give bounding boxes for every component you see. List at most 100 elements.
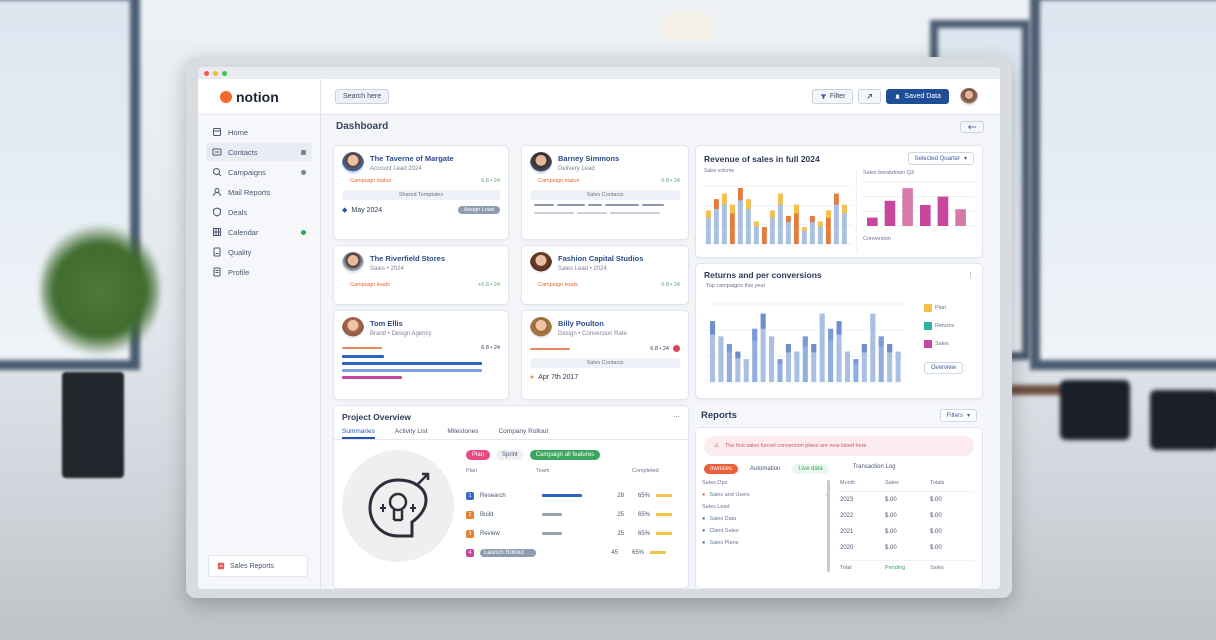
table-footer-cell: Total — [840, 564, 852, 571]
row-value: 45 — [611, 549, 618, 556]
table-row[interactable]: 1 Research 28 65% — [466, 486, 682, 505]
chip-plan[interactable]: Plan — [466, 450, 491, 460]
tab-activity-list[interactable]: Activity List — [395, 426, 428, 439]
chart-bar-segment — [826, 210, 831, 218]
chip-campaign[interactable]: Campaign all features — [529, 450, 601, 460]
legend-label: Sales — [935, 341, 949, 347]
table-cell: $.00 — [885, 497, 897, 503]
assign-lead-button[interactable]: Assign Lead — [457, 206, 500, 214]
more-options-icon[interactable]: ⋯ — [673, 413, 680, 421]
filter-button[interactable]: Filter — [811, 89, 854, 104]
table-row[interactable]: 2022 $.00 $.00 — [840, 508, 974, 524]
legend-swatch — [924, 322, 932, 330]
contact-meta: Sales Contacts — [530, 358, 680, 368]
sidebar-item-mail-reports[interactable]: Mail Reports — [206, 183, 312, 201]
project-panel: Project Overview ⋯ Summaries Activity Li… — [333, 405, 689, 589]
chart-bar — [902, 188, 913, 226]
maximize-window-button[interactable] — [222, 70, 227, 76]
sidebar-item-campaigns[interactable]: Campaigns — [206, 163, 312, 181]
table-cell: 2021 — [840, 529, 854, 535]
sidebar-item-home[interactable]: Home — [206, 123, 312, 141]
contact-card[interactable]: The Taverne of Margate Account Lead 2024 … — [333, 145, 509, 240]
share-icon — [867, 93, 873, 99]
legend-item: Returns — [924, 322, 978, 330]
contact-card[interactable]: Fashion Capital Studios Sales Lead • 2024… — [521, 245, 689, 305]
saved-data-button[interactable]: Saved Data — [886, 89, 949, 104]
tab-milestones[interactable]: Milestones — [447, 426, 478, 439]
bell-icon — [895, 94, 901, 99]
contact-date: Apr 7th 2017 — [538, 374, 579, 381]
chart-bar-segment — [746, 199, 751, 210]
alert-dot-icon — [673, 345, 680, 352]
filters-dropdown[interactable]: Filters ▾ — [939, 409, 977, 422]
app-logo[interactable]: notion — [198, 79, 321, 114]
filter-label: Filter — [829, 93, 846, 100]
sidebar-item-contacts[interactable]: Contacts — [206, 143, 312, 161]
table-row[interactable]: 2021 $.00 $.00 — [840, 524, 974, 540]
search-label: Search here — [343, 93, 382, 100]
scrollbar[interactable] — [827, 480, 830, 572]
report-row[interactable]: Sales Plans — [709, 540, 738, 552]
chart-bar-segment — [785, 344, 791, 353]
sidebar-item-calendar[interactable]: Calendar — [206, 223, 312, 241]
chip-live-data[interactable]: Live data — [792, 464, 829, 474]
chart-bar-segment — [810, 216, 815, 223]
table-row[interactable]: 2023 $.00 $.00 — [840, 492, 974, 508]
contact-tagline: Campaign leads 6.8 • 24 — [522, 274, 688, 288]
contact-card[interactable]: The Riverfield Stores Sales • 2024 Campai… — [333, 245, 509, 305]
row-number: 3 — [466, 529, 474, 538]
table-row[interactable]: 2020 $.00 $.00 — [840, 540, 974, 556]
table-cell: 2020 — [840, 545, 854, 551]
activity-bar — [534, 212, 574, 214]
table-row[interactable]: 4 Launch Rollout 45 65% — [466, 543, 682, 562]
chart-bar-segment — [836, 321, 842, 335]
overview-button[interactable]: Overview — [924, 362, 964, 374]
chip-automation[interactable]: Automation — [744, 464, 787, 474]
report-row[interactable]: Sales Lead — [702, 504, 830, 516]
more-options-icon[interactable]: ⋮ — [967, 271, 974, 279]
collapse-button[interactable] — [960, 121, 984, 133]
progress-bar — [530, 347, 570, 350]
report-row[interactable]: Sales and Users — [709, 492, 749, 504]
contact-name: Billy Poulton — [558, 319, 604, 328]
chart-bar-segment — [802, 227, 807, 231]
close-window-button[interactable] — [204, 70, 209, 76]
report-row[interactable]: Sales Ops — [702, 480, 830, 492]
app-screen: notion Search here Filter Saved Data Hom… — [198, 67, 1000, 589]
ceiling-lamp — [660, 10, 714, 40]
table-row[interactable]: 3 Review 25 65% — [466, 524, 682, 543]
chart-bar-segment — [853, 359, 859, 365]
sidebar-item-label: Profile — [228, 267, 250, 277]
chart-bar-segment — [828, 328, 834, 341]
share-button[interactable] — [858, 89, 882, 104]
activity-bar — [605, 204, 639, 206]
contact-card[interactable]: Tom Ellis Brand • Design Agency 6.8 • 24 — [333, 310, 509, 400]
minimize-window-button[interactable] — [213, 70, 218, 76]
contact-meta-text: Shared Templates — [398, 192, 444, 198]
table-row[interactable]: 2 Build 25 65% — [466, 505, 682, 524]
tab-company-rollout[interactable]: Company Rollout — [498, 426, 548, 439]
user-icon — [213, 188, 221, 197]
progress-bar — [342, 369, 482, 372]
table-footer-cell: Sales — [930, 564, 944, 571]
activity-bars — [522, 208, 688, 218]
sidebar-item-profile[interactable]: Profile — [206, 263, 312, 281]
home-icon — [213, 128, 221, 136]
contact-card[interactable]: Billy Poulton Design • Conversion Rate 6.… — [521, 310, 689, 400]
report-row[interactable]: Sales Data — [709, 516, 736, 528]
tab-summaries[interactable]: Summaries — [342, 426, 375, 439]
chip-sprint[interactable]: Sprint — [496, 450, 524, 460]
sales-reports-button[interactable]: Sales Reports — [208, 555, 308, 577]
table-cell: $.00 — [930, 529, 942, 535]
sidebar-item-quality[interactable]: Quality — [206, 243, 312, 261]
chip-invoices[interactable]: Invoices — [704, 464, 739, 474]
contact-card[interactable]: Barney Simmons Delivery Lead Campaign sta… — [521, 145, 689, 240]
sidebar-item-deals[interactable]: Deals — [206, 203, 312, 221]
chart-bar-segment — [777, 359, 783, 365]
chart-bar-segment — [861, 344, 867, 353]
search-button[interactable]: Search here — [335, 89, 390, 104]
activity-bar — [610, 212, 660, 214]
user-avatar[interactable] — [960, 87, 978, 106]
quarter-dropdown[interactable]: Selected Quarter ▾ — [907, 152, 974, 165]
report-row[interactable]: Client Sales — [709, 528, 738, 540]
